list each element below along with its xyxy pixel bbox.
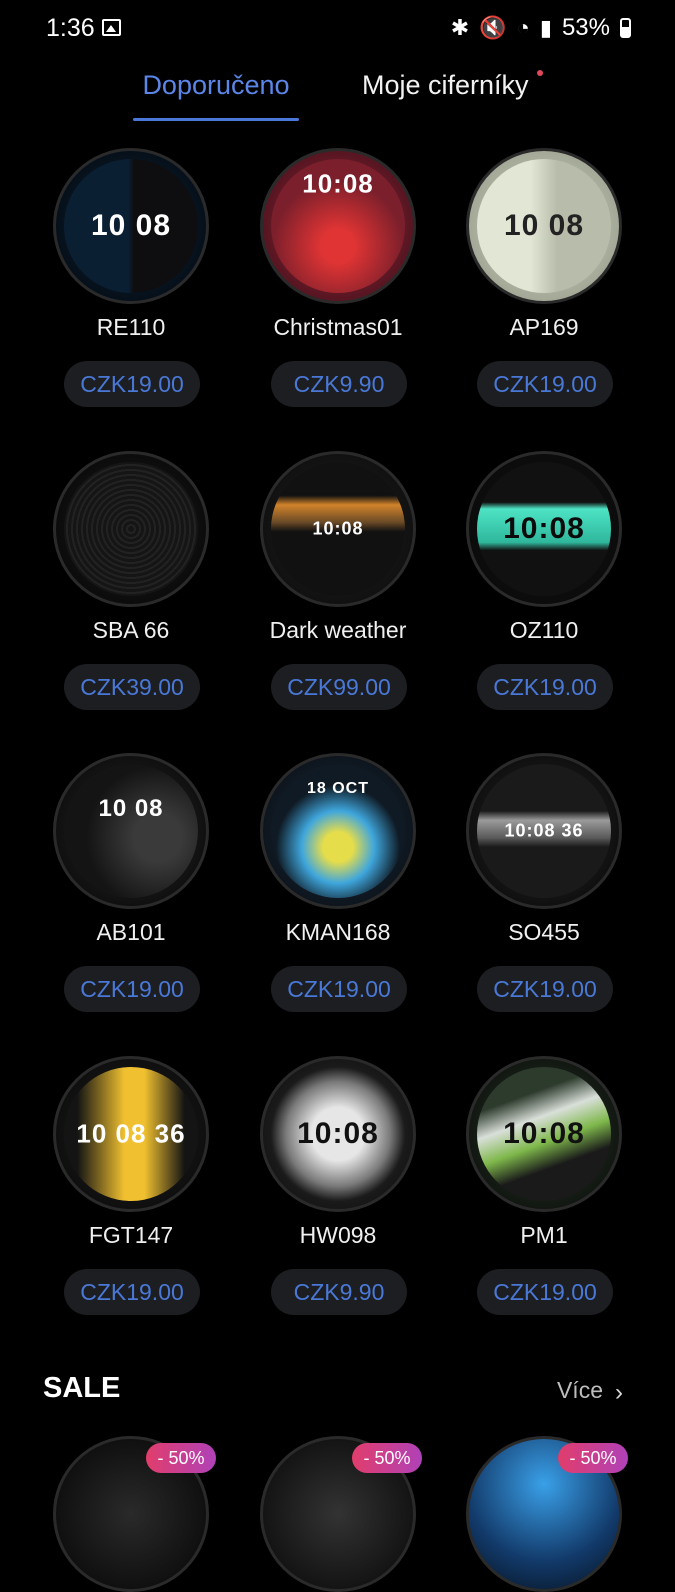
watch-face-name: HW098: [299, 1222, 377, 1248]
price-button[interactable]: CZK19.00: [64, 361, 200, 407]
status-time: 1:36: [46, 14, 95, 42]
watch-face-name: SBA 66: [92, 617, 170, 643]
watch-face-preview[interactable]: 10 08: [53, 753, 209, 909]
price-button[interactable]: CZK19.00: [477, 664, 613, 710]
tab-my-watch-faces[interactable]: Moje ciferníky: [362, 70, 529, 101]
watch-face-preview[interactable]: 10 08: [466, 148, 622, 304]
watch-face-preview[interactable]: 10:08: [466, 451, 622, 607]
watch-face-preview[interactable]: 10:08: [260, 1056, 416, 1212]
battery-percent: 53%: [561, 14, 610, 41]
watch-face-name: KMAN168: [285, 919, 391, 945]
discount-badge: - 50%: [146, 1443, 216, 1473]
price-button[interactable]: CZK19.00: [477, 361, 613, 407]
price-button[interactable]: CZK99.00: [271, 664, 407, 710]
discount-badge: - 50%: [352, 1443, 422, 1473]
price-button[interactable]: CZK39.00: [64, 664, 200, 710]
watch-face-preview[interactable]: 10 08 36: [53, 1056, 209, 1212]
status-bar: 1:36 ✱ 🔇 ◔ ▮ 53%: [0, 0, 675, 58]
notification-dot: [537, 70, 543, 76]
battery-icon: [620, 18, 631, 38]
watch-face-preview[interactable]: 10:08: [260, 148, 416, 304]
more-link[interactable]: Více: [557, 1377, 603, 1404]
mute-icon: 🔇: [479, 15, 507, 40]
watch-face-name: Dark weather: [269, 617, 407, 643]
sale-section-title: SALE: [43, 1372, 121, 1404]
price-button[interactable]: CZK19.00: [64, 1269, 200, 1315]
discount-badge: - 50%: [558, 1443, 628, 1473]
watch-face-preview[interactable]: 18 OCT: [260, 753, 416, 909]
price-button[interactable]: CZK19.00: [64, 966, 200, 1012]
watch-face-name: RE110: [96, 314, 166, 340]
price-button[interactable]: CZK19.00: [477, 1269, 613, 1315]
watch-face-name: AP169: [509, 314, 579, 340]
price-button[interactable]: CZK9.90: [271, 1269, 407, 1315]
watch-face-name: FGT147: [88, 1222, 174, 1248]
active-tab-indicator: [133, 118, 299, 121]
price-button[interactable]: CZK9.90: [271, 361, 407, 407]
watch-face-name: OZ110: [509, 617, 579, 643]
watch-face-name: AB101: [96, 919, 166, 945]
price-button[interactable]: CZK19.00: [477, 966, 613, 1012]
tab-recommended[interactable]: Doporučeno: [133, 70, 299, 101]
watch-face-preview[interactable]: 10:08 36: [466, 753, 622, 909]
tab-bar: Doporučeno Moje ciferníky: [0, 58, 675, 124]
signal-icon: ▮: [539, 15, 552, 40]
watch-face-name: Christmas01: [273, 314, 403, 340]
wifi-icon: ◔: [516, 15, 530, 40]
watch-face-preview[interactable]: 10:08: [466, 1056, 622, 1212]
status-icons: ✱ 🔇 ◔ ▮ 53%: [451, 14, 631, 42]
watch-face-preview[interactable]: 10 08: [53, 148, 209, 304]
bluetooth-icon: ✱: [450, 15, 470, 40]
watch-face-preview[interactable]: 10:08: [260, 451, 416, 607]
watch-face-name: SO455: [508, 919, 580, 945]
watch-face-name: PM1: [520, 1222, 568, 1248]
price-button[interactable]: CZK19.00: [271, 966, 407, 1012]
chevron-right-icon[interactable]: ›: [615, 1379, 623, 1407]
image-icon: [102, 19, 121, 36]
watch-face-preview[interactable]: [53, 451, 209, 607]
